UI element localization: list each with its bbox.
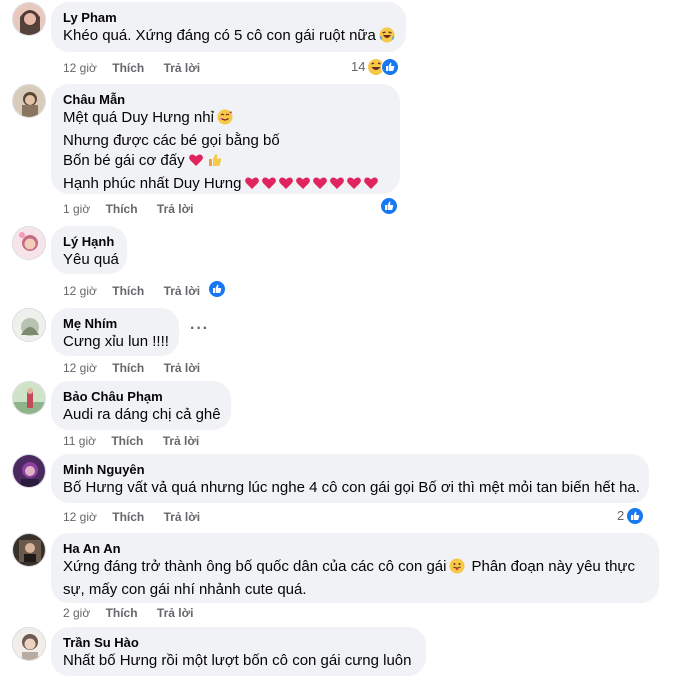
reply-button[interactable]: Trả lời (157, 605, 194, 621)
timestamp[interactable]: 1 giờ (63, 201, 90, 217)
comment-actions: 2 giờ Thích Trả lời (63, 605, 209, 621)
comment-bubble: Minh Nguyên Bố Hưng vất vả quá nhưng lúc… (51, 454, 649, 503)
smiling-hearts-emoji-icon (217, 109, 233, 131)
like-icon (381, 58, 400, 76)
comment-author[interactable]: Châu Mẫn (63, 92, 388, 108)
comment-text: Hạnh phúc nhất Duy Hưng (63, 174, 388, 197)
comment-actions: 12 giờ Thích Trả lời (63, 360, 216, 376)
reaction-summary[interactable]: 14 (351, 58, 400, 76)
reply-button[interactable]: Trả lời (164, 283, 201, 299)
reaction-summary[interactable]: 2 (617, 507, 645, 525)
more-options-button[interactable]: ··· (190, 320, 209, 338)
like-button[interactable]: Thích (112, 60, 144, 76)
comment-bubble: Châu Mẫn Mệt quá Duy Hưng nhỉ Nhưng được… (51, 84, 400, 194)
comment-bubble: Mẹ Nhím Cưng xỉu lun !!!! (51, 308, 179, 356)
like-icon (626, 507, 645, 525)
avatar[interactable] (12, 533, 46, 567)
reply-button[interactable]: Trả lời (164, 60, 201, 76)
comment-actions: 12 giờ Thích Trả lời (63, 283, 216, 299)
comment-author[interactable]: Bảo Châu Phạm (63, 389, 219, 405)
timestamp[interactable]: 12 giờ (63, 283, 97, 299)
comment-text: Xứng đáng trở thành ông bố quốc dân của … (63, 557, 647, 580)
reply-button[interactable]: Trả lời (157, 201, 194, 217)
comment-bubble: Ly Pham Khéo quá. Xứng đáng có 5 cô con … (51, 2, 406, 52)
reply-button[interactable]: Trả lời (164, 360, 201, 376)
comment-text: Bố Hưng vất vả quá nhưng lúc nghe 4 cô c… (63, 479, 640, 496)
comment-bubble: Trần Su Hào Nhất bố Hưng rồi một lượt bố… (51, 627, 426, 676)
timestamp[interactable]: 12 giờ (63, 509, 97, 525)
like-button[interactable]: Thích (111, 433, 143, 449)
comment-text: Yêu quá (63, 251, 119, 268)
avatar[interactable] (12, 454, 46, 488)
reaction-count: 14 (351, 59, 366, 74)
avatar[interactable] (12, 308, 46, 342)
tongue-out-emoji-icon (449, 558, 465, 580)
laughing-emoji-icon (379, 27, 395, 49)
reaction-count: 2 (617, 508, 625, 523)
comment-actions: 12 giờ Thích Trả lời (63, 509, 216, 525)
timestamp[interactable]: 11 giờ (63, 433, 96, 449)
comment-author[interactable]: Minh Nguyên (63, 462, 637, 478)
avatar[interactable] (12, 627, 46, 661)
comment-author[interactable]: Mẹ Nhím (63, 316, 167, 332)
comment-bubble: Lý Hạnh Yêu quá (51, 226, 127, 274)
comment-author[interactable]: Trần Su Hào (63, 635, 414, 651)
like-button[interactable]: Thích (106, 201, 138, 217)
reply-button[interactable]: Trả lời (163, 433, 200, 449)
avatar[interactable] (12, 84, 46, 118)
comment-actions: 1 giờ Thích Trả lời (63, 201, 209, 217)
comment-text: Mệt quá Duy Hưng nhỉ (63, 108, 388, 131)
comment-text: Audi ra dáng chị cả ghê (63, 406, 221, 423)
hearts-row-icon (244, 175, 379, 197)
comment-bubble: Ha An An Xứng đáng trở thành ông bố quốc… (51, 533, 659, 603)
reply-button[interactable]: Trả lời (164, 509, 201, 525)
comment-author[interactable]: Lý Hạnh (63, 234, 115, 250)
avatar[interactable] (12, 2, 46, 36)
timestamp[interactable]: 12 giờ (63, 60, 97, 76)
comment-text: sự, mấy con gái nhí nhảnh cute quá. (63, 581, 307, 598)
avatar[interactable] (12, 381, 46, 415)
comment-actions: 11 giờ Thích Trả lời (63, 433, 215, 449)
comment-list: Ly Pham Khéo quá. Xứng đáng có 5 cô con … (0, 0, 682, 680)
like-icon (208, 280, 226, 298)
comment-text: Cưng xỉu lun !!!! (63, 333, 169, 350)
like-icon (380, 197, 398, 215)
thumbs-up-emoji-icon (207, 152, 223, 174)
avatar[interactable] (12, 226, 46, 260)
comment-text: Khéo quá. Xứng đáng có 5 cô con gái ruột… (63, 26, 395, 49)
like-button[interactable]: Thích (112, 509, 144, 525)
like-button[interactable]: Thích (112, 360, 144, 376)
timestamp[interactable]: 12 giờ (63, 360, 97, 376)
comment-text: Nhưng được các bé gọi bằng bố (63, 132, 280, 149)
reaction-summary[interactable] (208, 280, 226, 298)
comment-author[interactable]: Ha An An (63, 541, 647, 557)
timestamp[interactable]: 2 giờ (63, 605, 90, 621)
comment-actions: 12 giờ Thích Trả lời (63, 60, 216, 76)
heart-emoji-icon (188, 152, 204, 174)
comment-text: Bốn bé gái cơ đấy (63, 151, 388, 174)
reaction-summary[interactable] (380, 197, 398, 215)
comment-author[interactable]: Ly Pham (63, 10, 394, 26)
comment-bubble: Bảo Châu Phạm Audi ra dáng chị cả ghê (51, 381, 231, 430)
comment-text: Nhất bố Hưng rồi một lượt bốn cô con gái… (63, 652, 412, 669)
like-button[interactable]: Thích (112, 283, 144, 299)
like-button[interactable]: Thích (106, 605, 138, 621)
